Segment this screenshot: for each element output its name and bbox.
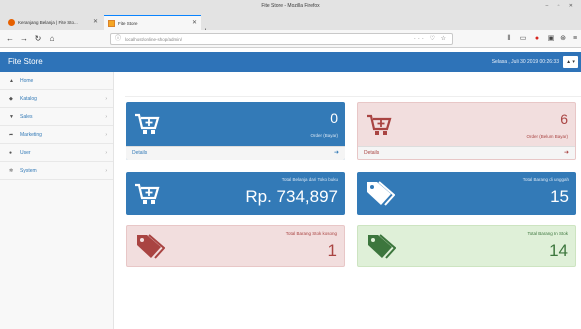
order-unpaid-card: 6 Order (Belum Bayar) Details ➜ [357, 102, 576, 160]
sidebar: ▲ Home ◆ Katalog › ▼ Sales › ➦ Marketing… [0, 72, 114, 329]
details-label: Details [132, 150, 148, 156]
home-icon[interactable]: ⌂ [46, 32, 58, 45]
chevron-right-icon: › [105, 150, 107, 156]
back-icon[interactable]: ← [4, 32, 16, 45]
info-icon[interactable]: ⓘ [115, 34, 121, 45]
tab-fite-store[interactable]: Fite Store ✕ [104, 15, 201, 30]
in-stock-label: Total Barang In Stok [527, 231, 568, 236]
sidebar-item-label: Sales [20, 114, 33, 120]
url-bar[interactable]: ⓘ localhost/online-shop/admin/ ··· ♡ ☆ [110, 33, 453, 45]
chevron-right-icon: › [105, 168, 107, 174]
share-icon: ➦ [9, 132, 14, 138]
order-unpaid-value: 6 [560, 111, 568, 127]
total-items-value: 15 [550, 187, 569, 206]
tab-label: Fite Store [118, 21, 138, 26]
sidebar-item-sales[interactable]: ▼ Sales › [0, 108, 113, 126]
library-icon[interactable]: ⫴ [504, 32, 514, 45]
in-stock-value: 14 [549, 241, 568, 260]
total-items-label: Total Barang di unggah [522, 177, 569, 182]
tab-bar: Keranjang Belanja | Fite Sto... ✕ Fite S… [0, 12, 581, 36]
arrow-circle-right-icon: ➜ [333, 150, 339, 156]
sidebar-item-label: Home [20, 78, 34, 84]
tags-icon [137, 234, 165, 259]
sidebar-item-label: Katalog [20, 96, 37, 102]
window-title: Fite Store - Mozilla Firefox [261, 3, 320, 9]
chevron-right-icon: › [105, 96, 107, 102]
order-paid-value: 0 [330, 110, 338, 126]
datetime: Selasa , Juli 30 2019 00:26:33 [491, 59, 559, 65]
sidebar-toggle-icon[interactable]: ▭ [518, 32, 528, 45]
menu-icon[interactable]: ≡ [570, 32, 580, 45]
sidebar-item-label: User [20, 150, 31, 156]
empty-stock-value: 1 [327, 241, 337, 260]
window-controls[interactable]: – ▫ ✕ [545, 0, 577, 12]
order-paid-details-link[interactable]: Details ➜ [126, 146, 345, 160]
order-unpaid-details-link[interactable]: Details ➜ [358, 146, 575, 159]
navigation-bar: ← → ↻ ⌂ ⓘ localhost/online-shop/admin/ ·… [0, 30, 581, 48]
home-icon: ▲ [9, 78, 14, 84]
order-paid-label: Order (Bayar) [310, 133, 338, 138]
app-header: Fite Store Selasa , Juli 30 2019 00:26:3… [0, 52, 581, 72]
sidebar-item-marketing[interactable]: ➦ Marketing › [0, 126, 113, 144]
chevron-right-icon: › [105, 114, 107, 120]
total-spend-label: Total Belanja dari Toko buku [281, 177, 338, 182]
cart-plus-icon [135, 113, 160, 134]
extension-icon[interactable]: ● [532, 32, 542, 45]
extension-2-icon[interactable]: ▣ [546, 32, 556, 45]
url-actions[interactable]: ··· ♡ ☆ [414, 34, 448, 45]
page-favicon [108, 20, 115, 27]
firefox-icon [8, 19, 15, 26]
cogs-icon: ✲ [9, 168, 14, 174]
order-unpaid-label: Order (Belum Bayar) [526, 134, 568, 139]
cart-plus-icon [367, 114, 392, 135]
arrow-circle-right-icon: ➜ [563, 150, 569, 156]
tab-keranjang[interactable]: Keranjang Belanja | Fite Sto... ✕ [4, 15, 102, 30]
total-spend-card: Total Belanja dari Toko buku Rp. 734,897 [126, 172, 345, 215]
sidebar-item-home[interactable]: ▲ Home [0, 72, 113, 90]
url-text: localhost/online-shop/admin/ [125, 37, 183, 42]
chevron-right-icon: › [105, 132, 107, 138]
reload-icon[interactable]: ↻ [32, 32, 44, 45]
cart-icon: ▼ [9, 114, 14, 120]
empty-stock-label: Total Barang Stok kosong [285, 231, 337, 236]
sidebar-item-system[interactable]: ✲ System › [0, 162, 113, 180]
total-items-card: Total Barang di unggah 15 [357, 172, 576, 215]
tags-icon [367, 181, 395, 206]
brand-title[interactable]: Fite Store [8, 52, 43, 72]
sidebar-item-label: Marketing [20, 132, 42, 138]
forward-icon[interactable]: → [18, 32, 30, 45]
header-divider [125, 96, 581, 97]
details-label: Details [364, 150, 380, 156]
extension-3-icon[interactable]: ⊛ [558, 32, 568, 45]
user-menu-button[interactable]: ▲ ▾ [563, 56, 578, 68]
sidebar-item-user[interactable]: ● User › [0, 144, 113, 162]
close-tab-icon[interactable]: ✕ [192, 16, 197, 30]
sidebar-item-label: System [20, 168, 37, 174]
browser-title-bar: Fite Store - Mozilla Firefox – ▫ ✕ [0, 0, 581, 12]
main-content: 0 Order (Bayar) Details ➜ 6 Order (Belum… [115, 72, 581, 329]
empty-stock-card: Total Barang Stok kosong 1 [126, 225, 345, 267]
tab-label: Keranjang Belanja | Fite Sto... [18, 20, 78, 25]
tag-icon: ◆ [9, 96, 13, 102]
sidebar-item-katalog[interactable]: ◆ Katalog › [0, 90, 113, 108]
in-stock-card: Total Barang In Stok 14 [357, 225, 576, 267]
cart-plus-icon [135, 183, 160, 204]
order-paid-card: 0 Order (Bayar) Details ➜ [126, 102, 345, 160]
user-icon: ● [9, 150, 13, 156]
total-spend-value: Rp. 734,897 [245, 187, 338, 206]
tags-icon [368, 234, 396, 259]
close-tab-icon[interactable]: ✕ [93, 15, 98, 30]
